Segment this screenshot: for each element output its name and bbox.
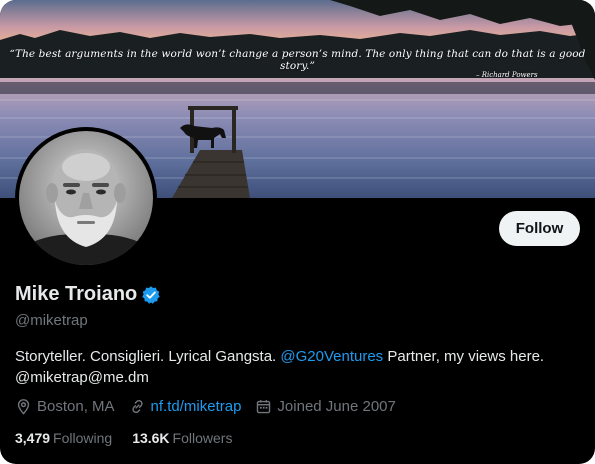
following-label: Following bbox=[53, 430, 113, 446]
calendar-icon bbox=[257, 400, 271, 414]
followers-link[interactable]: 13.6K Followers bbox=[132, 430, 232, 446]
profile-bio: Storyteller. Consiglieri. Lyrical Gangst… bbox=[15, 346, 575, 388]
profile-handle: @miketrap bbox=[15, 312, 88, 329]
profile-card: “The best arguments in the world won’t c… bbox=[0, 0, 595, 464]
profile-location: Boston, MA bbox=[37, 398, 115, 415]
following-link[interactable]: 3,479 Following bbox=[15, 430, 112, 446]
joined-item: Joined June 2007 bbox=[255, 398, 396, 415]
profile-name-row: Mike Troiano bbox=[15, 283, 161, 306]
verified-badge-icon[interactable] bbox=[141, 285, 161, 305]
followers-count: 13.6K bbox=[132, 430, 170, 446]
profile-name: Mike Troiano bbox=[15, 283, 138, 305]
following-count: 3,479 bbox=[15, 430, 51, 446]
link-icon bbox=[131, 399, 143, 414]
bio-text: Storyteller. Consiglieri. Lyrical Gangst… bbox=[15, 348, 281, 365]
avatar-photo bbox=[19, 131, 153, 265]
banner-quote: “The best arguments in the world won’t c… bbox=[9, 48, 586, 72]
bio-mention-link[interactable]: @G20Ventures bbox=[280, 348, 383, 365]
profile-website-link[interactable]: nf.td/miketrap bbox=[151, 398, 242, 415]
bio-text-continued: Partner, my views here. bbox=[383, 348, 545, 365]
profile-stats: 3,479 Following 13.6K Followers bbox=[15, 430, 252, 446]
profile-joined: Joined June 2007 bbox=[277, 398, 396, 415]
avatar[interactable] bbox=[15, 127, 157, 269]
bio-mastodon-handle: @miketrap@me.dm bbox=[15, 369, 149, 386]
profile-meta: Boston, MA nf.td/miketrap Joined June 20… bbox=[15, 398, 410, 415]
location-item: Boston, MA bbox=[15, 398, 115, 415]
banner-quote-author: – Richard Powers bbox=[476, 71, 538, 79]
followers-label: Followers bbox=[172, 430, 233, 446]
website-item: nf.td/miketrap bbox=[129, 398, 242, 415]
follow-button[interactable]: Follow bbox=[499, 211, 580, 246]
location-pin-icon bbox=[17, 399, 30, 415]
